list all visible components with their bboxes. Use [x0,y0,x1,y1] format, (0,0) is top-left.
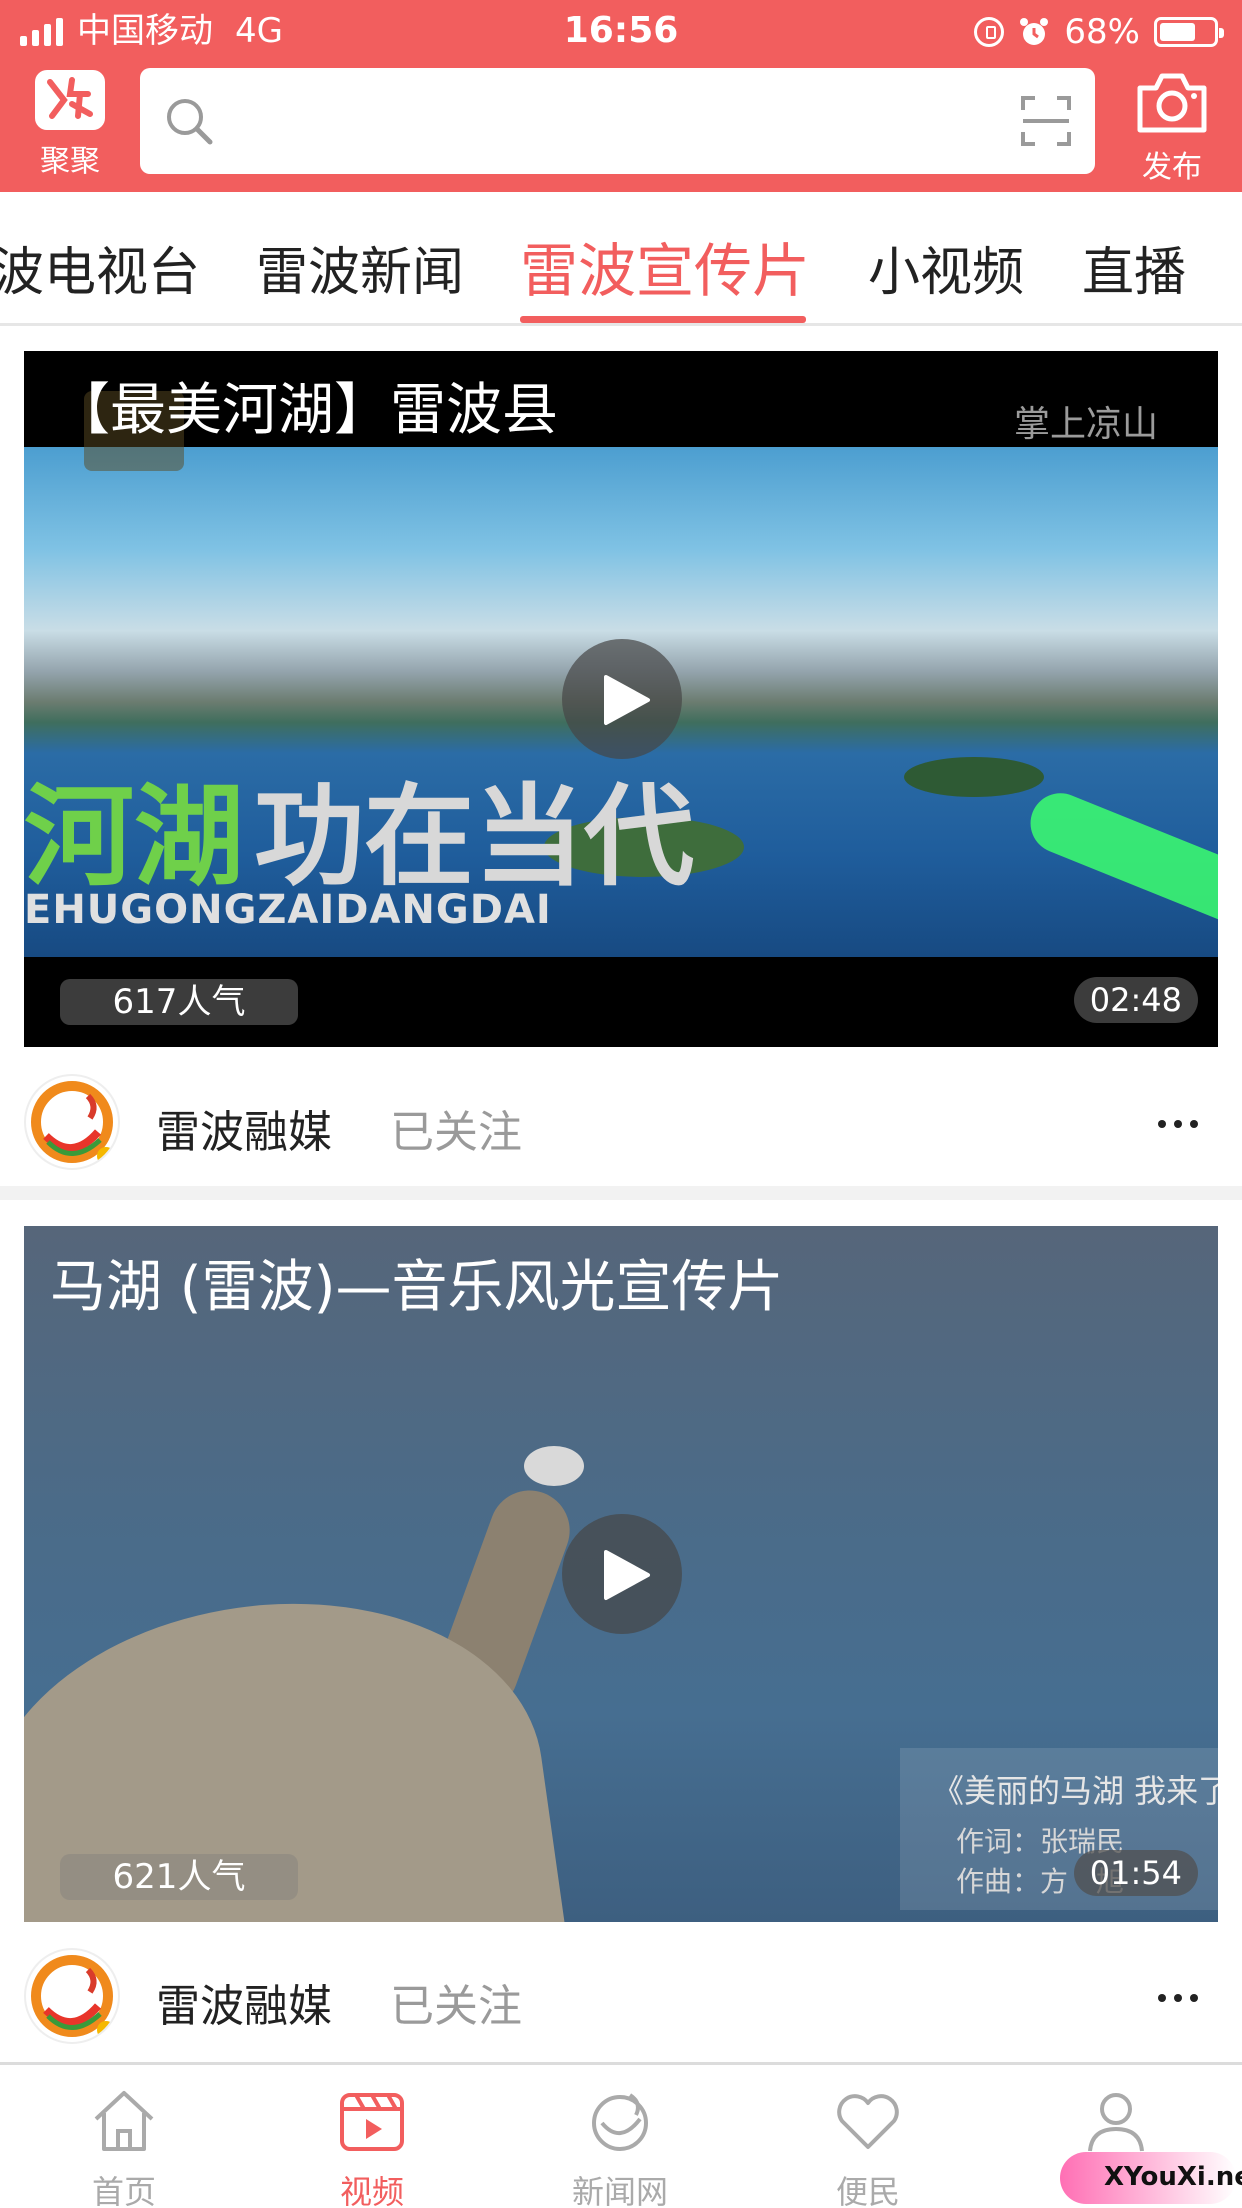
duration-badge: 01:54 [1073,1850,1198,1896]
heart-icon [837,2094,899,2149]
video-title: 马湖 (雷波)—音乐风光宣传片 [50,1255,784,1320]
status-right: 68% [974,12,1224,52]
video-card-1[interactable]: 河湖 功在当代 EHUGONGZAIDANGDAI 掌上凉山 【最美河湖】雷波县… [24,351,1218,1047]
camera-icon [1137,73,1207,133]
thumbnail-overlay-text: 功在当代 [254,773,694,901]
more-options-icon[interactable] [1148,1978,1208,2018]
channel-logo-icon [31,1081,115,1165]
video-card-2[interactable]: 《美丽的马湖 我来了 作词：张瑞民 作曲：方 旭 马湖 (雷波)—音乐风光宣传片… [24,1226,1218,1922]
nav-label: 视频 [339,2173,404,2208]
thumbnail-glow [1021,784,1218,930]
video-title: 【最美河湖】雷波县 [54,378,558,443]
author-name[interactable]: 雷波融媒 [156,1970,332,2034]
search-input[interactable] [230,68,990,174]
tab-live[interactable]: 直播 [1082,230,1186,305]
battery-percent: 68% [1064,12,1140,52]
author-name[interactable]: 雷波融媒 [156,1096,332,1160]
nav-label: 新闻网 [571,2173,668,2208]
category-tabs: 波电视台 雷波新闻 雷波宣传片 小视频 直播 [0,192,1242,326]
profile-icon [1088,2093,1144,2152]
play-button[interactable] [562,639,682,759]
publish-button[interactable]: 发布 [1130,70,1214,186]
tab-tv-station[interactable]: 波电视台 [0,230,200,305]
avatar[interactable] [24,1948,120,2044]
duration-badge: 02:48 [1073,977,1198,1023]
logo-label: 聚聚 [40,144,100,179]
more-options-icon[interactable] [1148,1104,1208,1144]
avatar[interactable] [24,1074,120,1170]
search-icon [167,99,213,145]
logo-icon [35,70,105,130]
bottom-nav: 首页 视频 新闻网 便民 [0,2062,1242,2208]
thumbnail-island [904,757,1044,797]
author-row: 雷波融媒 已关注 [0,1940,1242,2056]
app-header: 中国移动 4G 16:56 68% 聚聚 发布 [0,0,1242,192]
nav-item-home[interactable]: 首页 [44,2085,204,2208]
thumbnail-overlay-text: 河湖 [24,773,244,901]
battery-icon [1154,17,1224,47]
search-bar[interactable] [140,68,1095,174]
channel-watermark: 掌上凉山 [1013,404,1158,445]
home-icon [94,2091,154,2151]
tab-active-indicator [520,316,806,323]
tab-leibo-promo[interactable]: 雷波宣传片 [520,224,810,308]
thumbnail-bird [524,1446,584,1486]
tab-short-video[interactable]: 小视频 [868,230,1024,305]
feed-divider [0,1186,1242,1200]
tab-leibo-news[interactable]: 雷波新闻 [256,230,464,305]
site-watermark-text: XYouXi.net [1104,2162,1242,2192]
follow-status[interactable]: 已关注 [390,1970,522,2034]
channel-logo-icon [31,1955,115,2039]
site-watermark-badge: XYouXi.net [1060,2152,1242,2204]
news-icon [592,2093,648,2151]
view-count-badge: 617人气 [60,979,298,1025]
view-count-badge: 621人气 [60,1854,298,1900]
follow-status[interactable]: 已关注 [390,1096,522,1160]
publish-label: 发布 [1142,150,1202,185]
video-icon [340,2093,404,2151]
nav-label: 首页 [91,2173,156,2208]
scan-icon[interactable] [1019,94,1073,148]
play-icon [604,675,650,725]
alarm-icon [1020,18,1049,45]
app-logo-button[interactable]: 聚聚 [30,70,110,180]
nav-item-service[interactable]: 便民 [788,2085,948,2208]
rotation-lock-icon [974,17,1005,47]
author-row: 雷波融媒 已关注 [0,1066,1242,1182]
nav-item-video[interactable]: 视频 [292,2085,452,2208]
play-icon [604,1550,650,1600]
nav-item-news[interactable]: 新闻网 [540,2085,700,2208]
nav-label: 便民 [835,2173,900,2208]
status-bar: 中国移动 4G 16:56 68% [0,0,1242,62]
play-button[interactable] [562,1514,682,1634]
lyric-title: 《美丽的马湖 我来了 [932,1772,1218,1810]
thumbnail-overlay-subtext: EHUGONGZAIDANGDAI [24,887,552,933]
